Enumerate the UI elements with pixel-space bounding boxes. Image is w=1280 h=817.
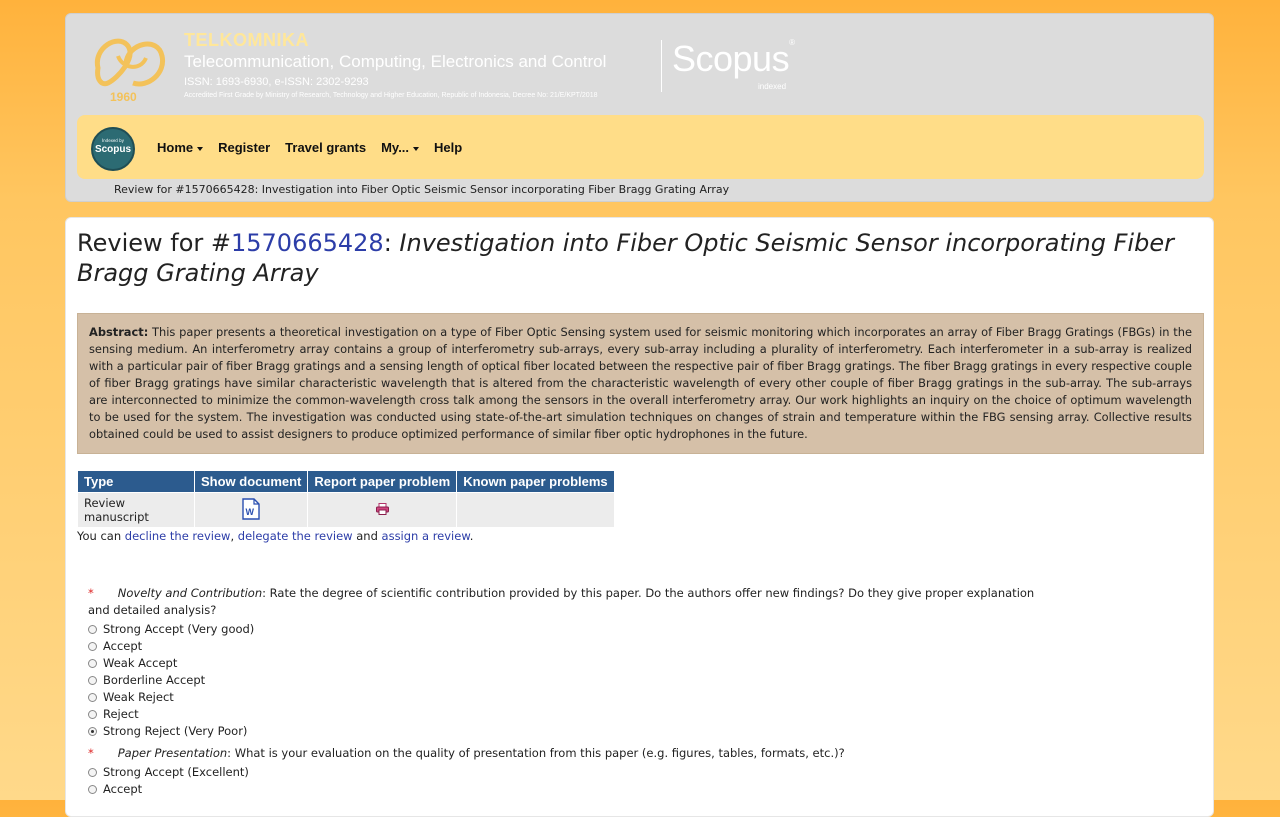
abstract-box: Abstract: This paper presents a theoreti…	[77, 313, 1204, 454]
radio-label: Accept	[103, 782, 143, 796]
radio-option[interactable]: Strong Accept (Excellent)	[88, 764, 1048, 781]
actions-sep-2: and	[352, 529, 382, 543]
brand-subtitle: Telecommunication, Computing, Electronic…	[184, 51, 607, 71]
radio-label: Weak Reject	[103, 690, 174, 704]
table-row: Review manuscript W	[77, 492, 615, 528]
logo-year: 1960	[110, 90, 137, 104]
breadcrumb: Review for #1570665428: Investigation in…	[114, 183, 730, 196]
cell-type: Review manuscript	[77, 492, 195, 528]
document-table: Type Show document Report paper problem …	[77, 470, 615, 528]
nav-item-my[interactable]: My...	[381, 140, 420, 155]
radio-option[interactable]: Strong Accept (Very good)	[88, 621, 1048, 638]
actions-sep-1: ,	[230, 529, 238, 543]
badge-big-text: Scopus	[94, 144, 132, 155]
actions-prefix: You can	[77, 529, 125, 543]
decline-review-link[interactable]: decline the review	[125, 529, 231, 543]
radio-group: Strong Accept (Excellent) Accept	[88, 764, 1048, 798]
brand-block: TELKOMNIKA Telecommunication, Computing,…	[184, 30, 606, 100]
radio-label: Strong Accept (Excellent)	[103, 765, 249, 779]
page-title: Review for #1570665428: Investigation in…	[77, 228, 1202, 288]
cell-report-problem	[307, 492, 458, 528]
word-doc-icon[interactable]: W	[242, 497, 260, 520]
radio-label: Strong Reject (Very Poor)	[103, 724, 248, 738]
site-header: 1960 TELKOMNIKA Telecommunication, Compu…	[65, 13, 1214, 202]
svg-text:W: W	[246, 507, 255, 517]
question-text: * Paper Presentation: What is your evalua…	[88, 745, 1048, 762]
radio-button[interactable]	[88, 785, 97, 794]
chevron-down-icon	[413, 146, 420, 151]
radio-label: Weak Accept	[103, 656, 178, 670]
abstract-label: Abstract:	[89, 325, 149, 339]
telkomnika-logo-icon: 1960	[94, 38, 166, 104]
scopus-badge-icon[interactable]: Indexed by Scopus	[91, 127, 135, 171]
radio-button[interactable]	[88, 659, 97, 668]
header-divider	[661, 40, 662, 92]
radio-button[interactable]	[88, 710, 97, 719]
assign-review-link[interactable]: assign a review	[382, 529, 470, 543]
radio-button[interactable]	[88, 642, 97, 651]
radio-option[interactable]: Accept	[88, 781, 1048, 798]
cell-show-document: W	[193, 492, 309, 528]
nav-menu: Home Register Travel grants My... Help	[157, 140, 477, 155]
abstract-text: This paper presents a theoretical invest…	[89, 325, 1192, 441]
radio-option[interactable]: Weak Reject	[88, 689, 1048, 706]
brand-accreditation: Accredited First Grade by Ministry of Re…	[184, 91, 598, 99]
radio-button[interactable]	[88, 625, 97, 634]
radio-button[interactable]	[88, 693, 97, 702]
col-known-problems: Known paper problems	[456, 470, 615, 493]
delegate-review-link[interactable]: delegate the review	[238, 529, 353, 543]
col-show-document: Show document	[193, 470, 309, 493]
radio-label: Borderline Accept	[103, 673, 206, 687]
required-marker: *	[88, 746, 94, 760]
nav-my-label: My...	[381, 140, 410, 155]
radio-button[interactable]	[88, 676, 97, 685]
question-text: * Novelty and Contribution: Rate the degr…	[88, 585, 1048, 619]
main-navbar: Indexed by Scopus Home Register Travel g…	[77, 115, 1204, 179]
question-title: Novelty and Contribution	[117, 586, 263, 600]
table-header-row: Type Show document Report paper problem …	[77, 470, 615, 493]
col-report-problem: Report paper problem	[307, 470, 458, 493]
paper-id-link[interactable]: 1570665428	[231, 229, 384, 257]
question-title: Paper Presentation	[117, 746, 228, 760]
printer-icon[interactable]	[375, 502, 389, 515]
radio-label: Reject	[103, 707, 139, 721]
radio-button[interactable]	[88, 768, 97, 777]
scopus-indexed-label: indexed	[758, 82, 787, 91]
radio-group: Strong Accept (Very good) Accept Weak Ac…	[88, 621, 1048, 740]
radio-label: Strong Accept (Very good)	[103, 622, 255, 636]
question-body: : What is your evaluation on the quality…	[227, 746, 845, 760]
radio-option[interactable]: Weak Accept	[88, 655, 1048, 672]
nav-item-home[interactable]: Home	[157, 140, 204, 155]
radio-option[interactable]: Reject	[88, 706, 1048, 723]
required-marker: *	[88, 586, 94, 600]
chevron-down-icon	[197, 146, 204, 151]
review-content: Review for #1570665428: Investigation in…	[65, 217, 1214, 817]
nav-item-register[interactable]: Register	[218, 140, 270, 155]
cell-known-problems	[456, 492, 615, 528]
radio-option[interactable]: Borderline Accept	[88, 672, 1048, 689]
scopus-label: Scopus	[672, 38, 790, 79]
question-novelty: * Novelty and Contribution: Rate the degr…	[88, 585, 1048, 740]
col-type: Type	[77, 470, 195, 493]
nav-home-label: Home	[157, 140, 194, 155]
brand-name: TELKOMNIKA	[184, 30, 309, 50]
radio-button-checked[interactable]	[88, 727, 97, 736]
nav-item-help[interactable]: Help	[434, 140, 462, 155]
title-prefix: Review for #	[77, 229, 231, 257]
scopus-registered: ®	[789, 38, 795, 47]
brand-issn: ISSN: 1693-6930, e-ISSN: 2302-9293	[184, 76, 369, 89]
radio-label: Accept	[103, 639, 143, 653]
review-actions: You can decline the review, delegate the…	[77, 529, 473, 543]
title-colon: :	[383, 229, 400, 257]
question-presentation: * Paper Presentation: What is your evalua…	[88, 745, 1048, 798]
badge-small-text: Indexed by	[101, 138, 125, 143]
actions-suffix: .	[469, 529, 474, 543]
radio-option-selected[interactable]: Strong Reject (Very Poor)	[88, 723, 1048, 740]
radio-option[interactable]: Accept	[88, 638, 1048, 655]
nav-item-travel-grants[interactable]: Travel grants	[285, 140, 366, 155]
scopus-logo: Scopus® indexed	[672, 38, 795, 91]
